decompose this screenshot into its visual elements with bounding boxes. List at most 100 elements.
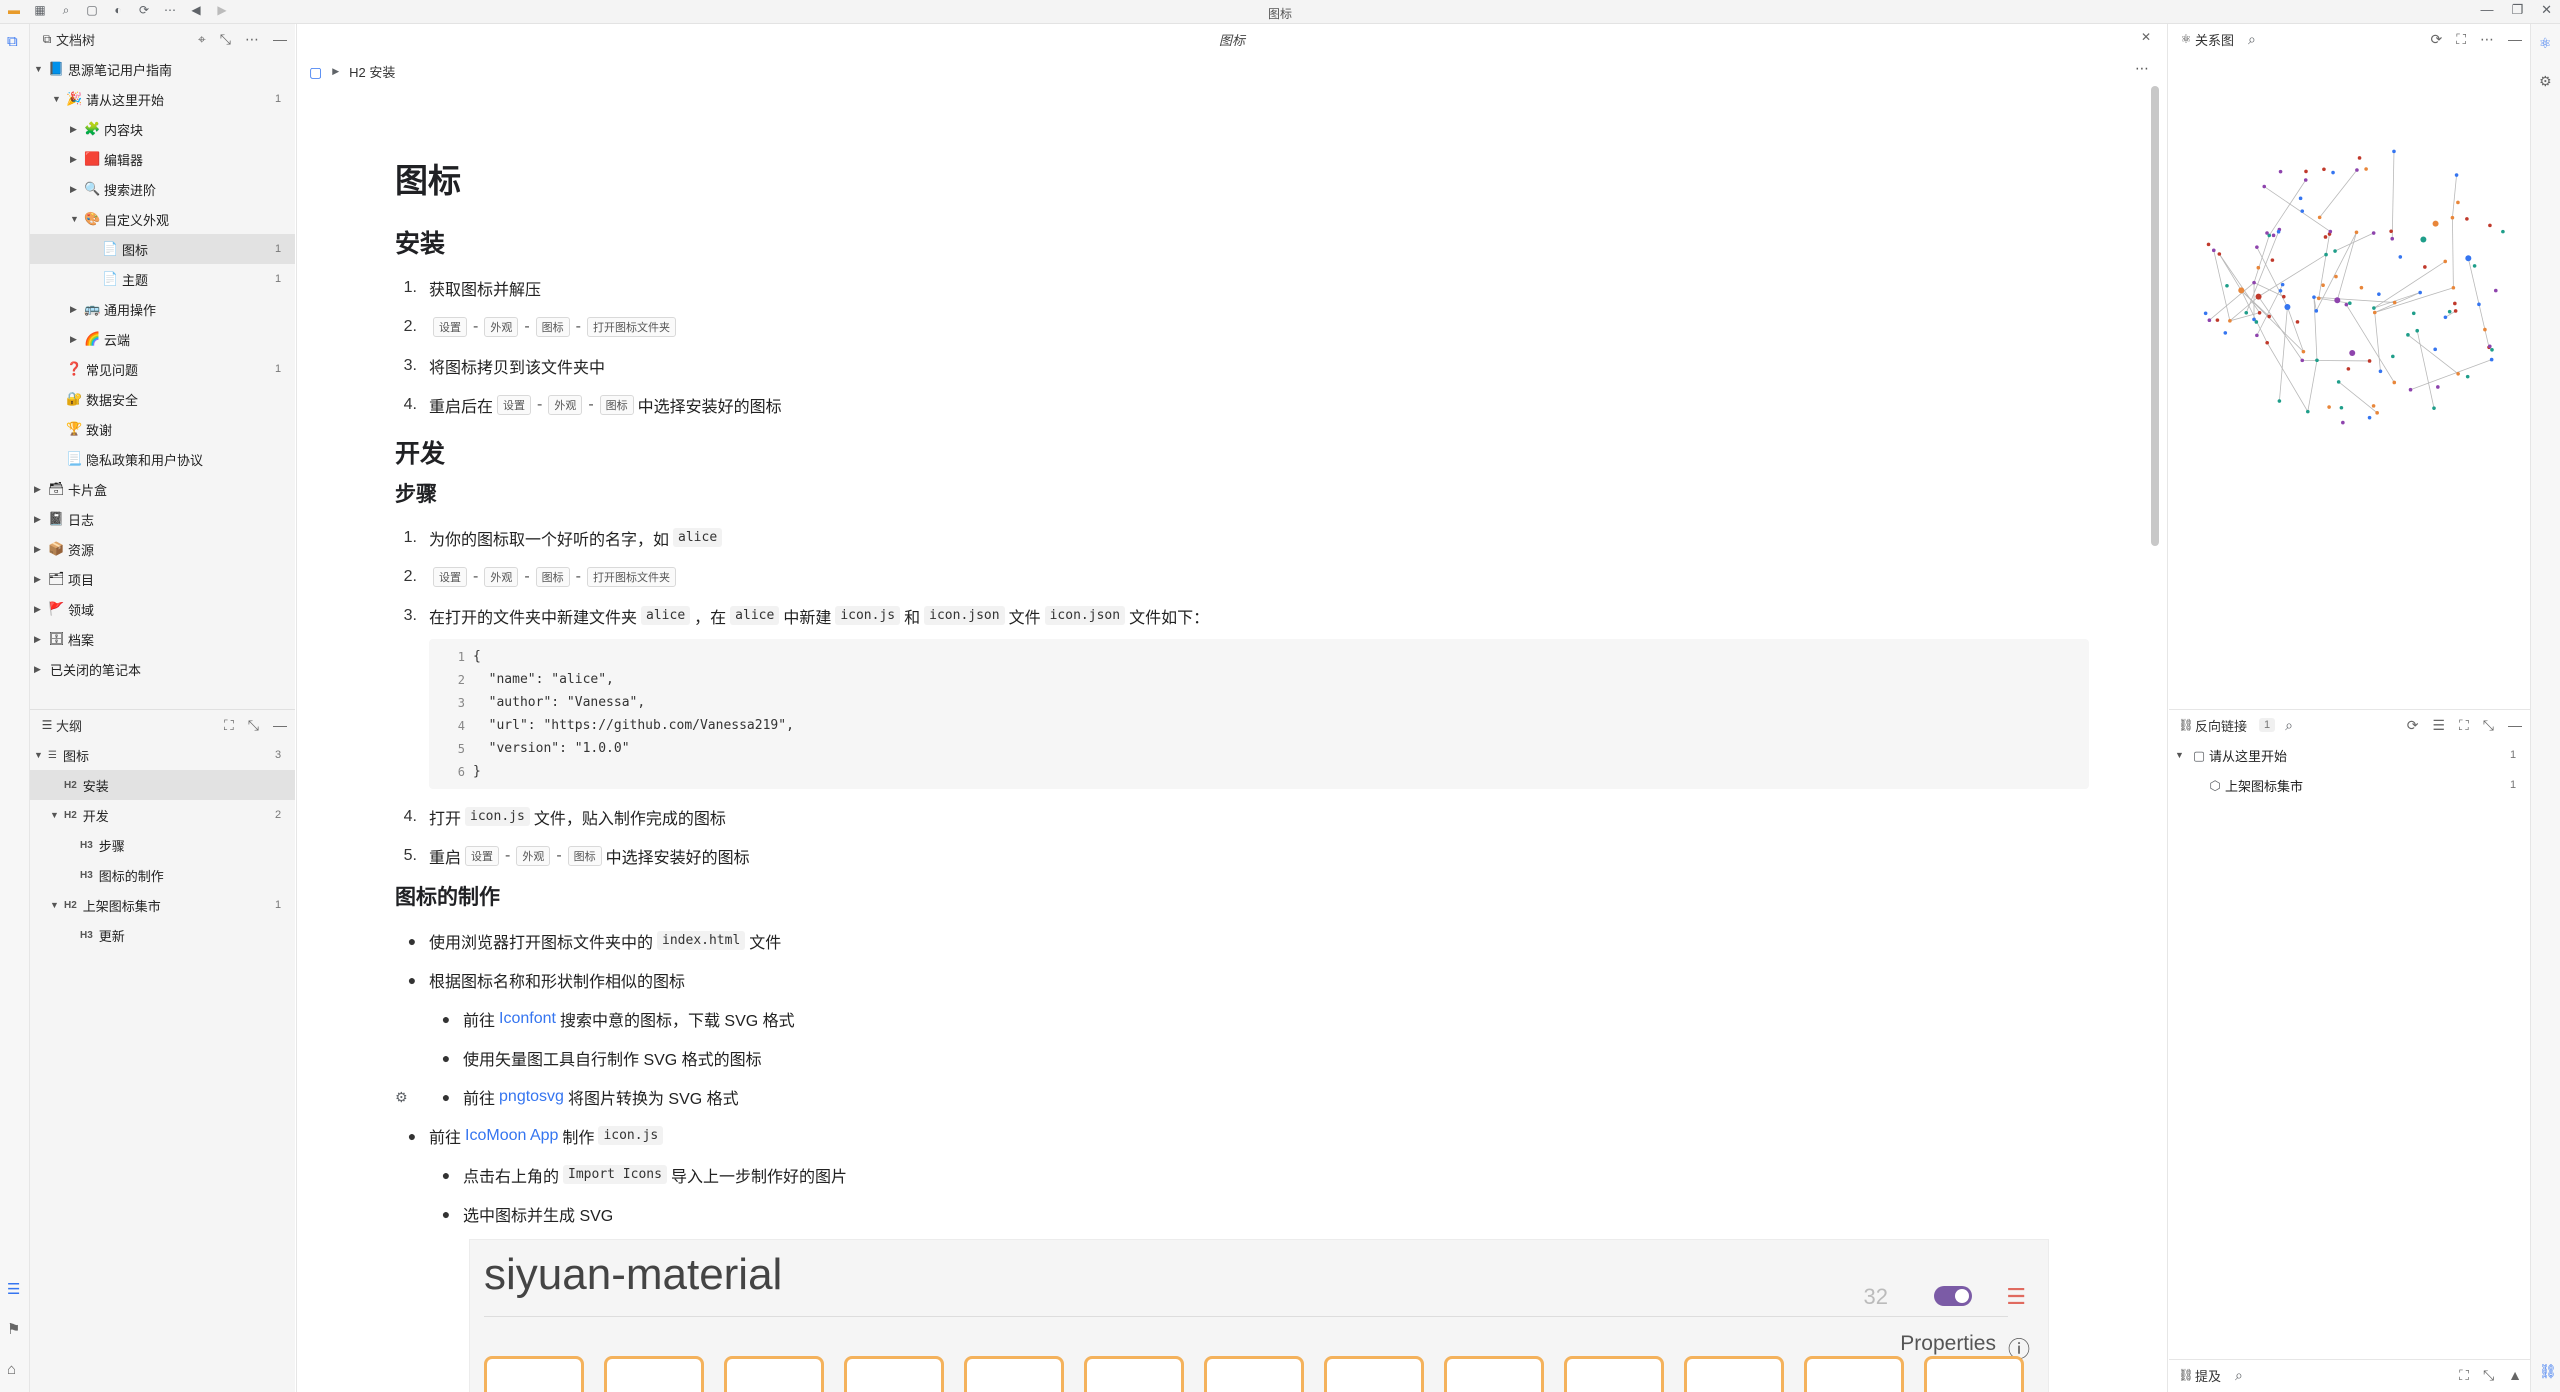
minimize-panel-icon[interactable]: —	[2508, 718, 2522, 732]
graph-node[interactable]	[2271, 233, 2276, 238]
minimize-panel-icon[interactable]: —	[273, 32, 287, 46]
outline-item[interactable]: H3 步骤	[30, 830, 295, 860]
chevron-down-icon[interactable]: ▼	[34, 64, 48, 74]
graph-node[interactable]	[2225, 283, 2229, 288]
chevron-right-icon[interactable]: ▶	[70, 334, 84, 345]
more-icon[interactable]: ⋯	[2135, 60, 2149, 77]
editor[interactable]: 图标 ✕ ▢ ▶ H2 安装 ⋯ 图标 安装 1. 获取图标并解压 2. 设置 - …	[296, 24, 2168, 1392]
chevron-right-icon[interactable]: ▶	[70, 304, 84, 315]
tree-item[interactable]: ▶ 🚌 通用操作	[30, 294, 295, 324]
graph-node[interactable]	[2344, 302, 2349, 307]
outline-item[interactable]: H3 图标的制作	[30, 860, 295, 890]
backlink-row[interactable]: ▼ ▢ 请从这里开始 1	[2169, 740, 2530, 770]
graph-node[interactable]	[2314, 309, 2319, 313]
expand-icon[interactable]: ⛶	[224, 718, 234, 732]
code-block[interactable]: 1{2 "name": "alice", 3 "author": "Vanessa…	[429, 639, 2089, 789]
embedded-screenshot[interactable]: siyuan-material 32 ☰ Properties ⓘ	[469, 1239, 2049, 1392]
graph-node[interactable]	[2255, 245, 2259, 249]
graph-node[interactable]	[2357, 156, 2362, 160]
graph-node[interactable]	[2316, 296, 2321, 301]
graph-node[interactable]	[2450, 215, 2455, 220]
list-item[interactable]: 3. 将图标拷贝到该文件夹中	[395, 346, 2075, 385]
graph-node[interactable]	[2392, 149, 2396, 154]
graph-node[interactable]	[2359, 285, 2364, 290]
graph-node[interactable]	[2355, 168, 2359, 172]
search-icon[interactable]: ⌕	[2235, 1368, 2243, 1382]
graph-node[interactable]	[2377, 292, 2381, 296]
graph-node[interactable]	[2411, 311, 2416, 316]
tree-item[interactable]: ▶ 🟥 编辑器	[30, 144, 295, 174]
graph-node[interactable]	[2262, 184, 2267, 189]
breadcrumb-item[interactable]: H2 安装	[349, 62, 395, 81]
tree-item[interactable]: 🏆 致谢	[30, 414, 295, 444]
collapse-icon[interactable]: ⤡	[2483, 1368, 2494, 1382]
graph-node[interactable]	[2443, 315, 2448, 320]
collapse-icon[interactable]: ⤡	[2483, 718, 2494, 732]
graph-node[interactable]	[2254, 320, 2259, 324]
minimize-icon[interactable]: —	[2480, 3, 2493, 16]
search-icon[interactable]: ⌕	[2248, 32, 2256, 46]
graph-node[interactable]	[2203, 311, 2208, 316]
tree-item[interactable]: ▶ 🚩 领域	[30, 594, 295, 624]
list-item[interactable]: 2. 设置 - 外观 - 图标 - 打开图标文件夹	[395, 307, 2075, 346]
graph-node[interactable]	[2244, 310, 2249, 315]
scrollbar[interactable]	[2151, 86, 2159, 546]
graph-node[interactable]	[2472, 264, 2477, 268]
graph-node[interactable]	[2301, 349, 2306, 354]
graph-node[interactable]	[2392, 300, 2397, 305]
fullscreen-icon[interactable]: ⛶	[2459, 1368, 2469, 1382]
block-ref-icon[interactable]: ⚙	[395, 1090, 408, 1104]
graph-node[interactable]	[2488, 344, 2492, 349]
graph-node[interactable]	[2433, 347, 2437, 352]
graph-node[interactable]	[2364, 167, 2368, 171]
graph-node[interactable]	[2418, 290, 2422, 295]
list-item[interactable]: 2. 设置 - 外观 - 图标 - 打开图标文件夹	[395, 557, 2075, 596]
fullscreen-icon[interactable]: ⛶	[2456, 32, 2466, 46]
graph-node[interactable]	[2423, 265, 2427, 269]
graph-node[interactable]	[2257, 310, 2262, 315]
graph-node[interactable]	[2408, 387, 2413, 392]
minimize-panel-icon[interactable]: —	[273, 718, 287, 732]
chevron-down-icon[interactable]: ▼	[52, 94, 66, 104]
graph-node[interactable]	[2281, 294, 2286, 299]
graph-node[interactable]	[2306, 409, 2310, 414]
tree-item[interactable]: ▶ 🗃 卡片盒	[30, 474, 295, 504]
outline-item[interactable]: H3 更新	[30, 920, 295, 950]
more-icon[interactable]: ⋯	[2480, 32, 2494, 46]
heading-icon-making[interactable]: 图标的制作	[395, 881, 2075, 921]
tree-item[interactable]: ❓ 常见问题 1	[30, 354, 295, 384]
graph-node[interactable]	[2346, 367, 2351, 371]
chevron-right-icon[interactable]: ▶	[34, 604, 48, 615]
document-icon[interactable]: ▢	[309, 65, 322, 79]
graph-node[interactable]	[2324, 252, 2328, 257]
list-item[interactable]: ● 使用浏览器打开图标文件夹中的 index.html 文件	[395, 921, 2075, 960]
graph-node[interactable]	[2392, 380, 2397, 385]
graph-node[interactable]	[2488, 223, 2492, 228]
tree-item[interactable]: ▶ 🌈 云端	[30, 324, 295, 354]
graph-node[interactable]	[2256, 265, 2261, 270]
tree-item[interactable]: ▶ 📦 资源	[30, 534, 295, 564]
fullscreen-icon[interactable]: ⛶	[2459, 718, 2469, 732]
graph-node[interactable]	[2303, 178, 2308, 182]
tree-item[interactable]: ▶ 🧩 内容块	[30, 114, 295, 144]
graph-node[interactable]	[2436, 385, 2440, 389]
link-pngtosvg[interactable]: pngtosvg	[499, 1088, 564, 1106]
graph-node[interactable]	[2348, 301, 2352, 306]
graph-node[interactable]	[2451, 285, 2456, 290]
graph-node[interactable]	[2456, 371, 2460, 376]
graph-node[interactable]	[2465, 255, 2472, 262]
graph-node[interactable]	[2454, 173, 2459, 177]
graph-node[interactable]	[2341, 420, 2345, 425]
graph-node[interactable]	[2367, 415, 2372, 420]
graph-node[interactable]	[2477, 302, 2481, 307]
graph-node[interactable]	[2270, 258, 2275, 262]
outline-dock-icon[interactable]: ☰	[7, 1282, 20, 1297]
tree-item[interactable]: ▶ 🔍 搜索进阶	[30, 174, 295, 204]
minimize-panel-icon[interactable]: —	[2508, 32, 2522, 46]
graph-node[interactable]	[2420, 236, 2427, 243]
chevron-right-icon[interactable]: ▶	[34, 484, 48, 495]
graph-node[interactable]	[2315, 358, 2319, 363]
chevron-right-icon[interactable]: ▶	[70, 184, 84, 195]
graph-node[interactable]	[2371, 231, 2376, 235]
graph-node[interactable]	[2331, 170, 2335, 175]
